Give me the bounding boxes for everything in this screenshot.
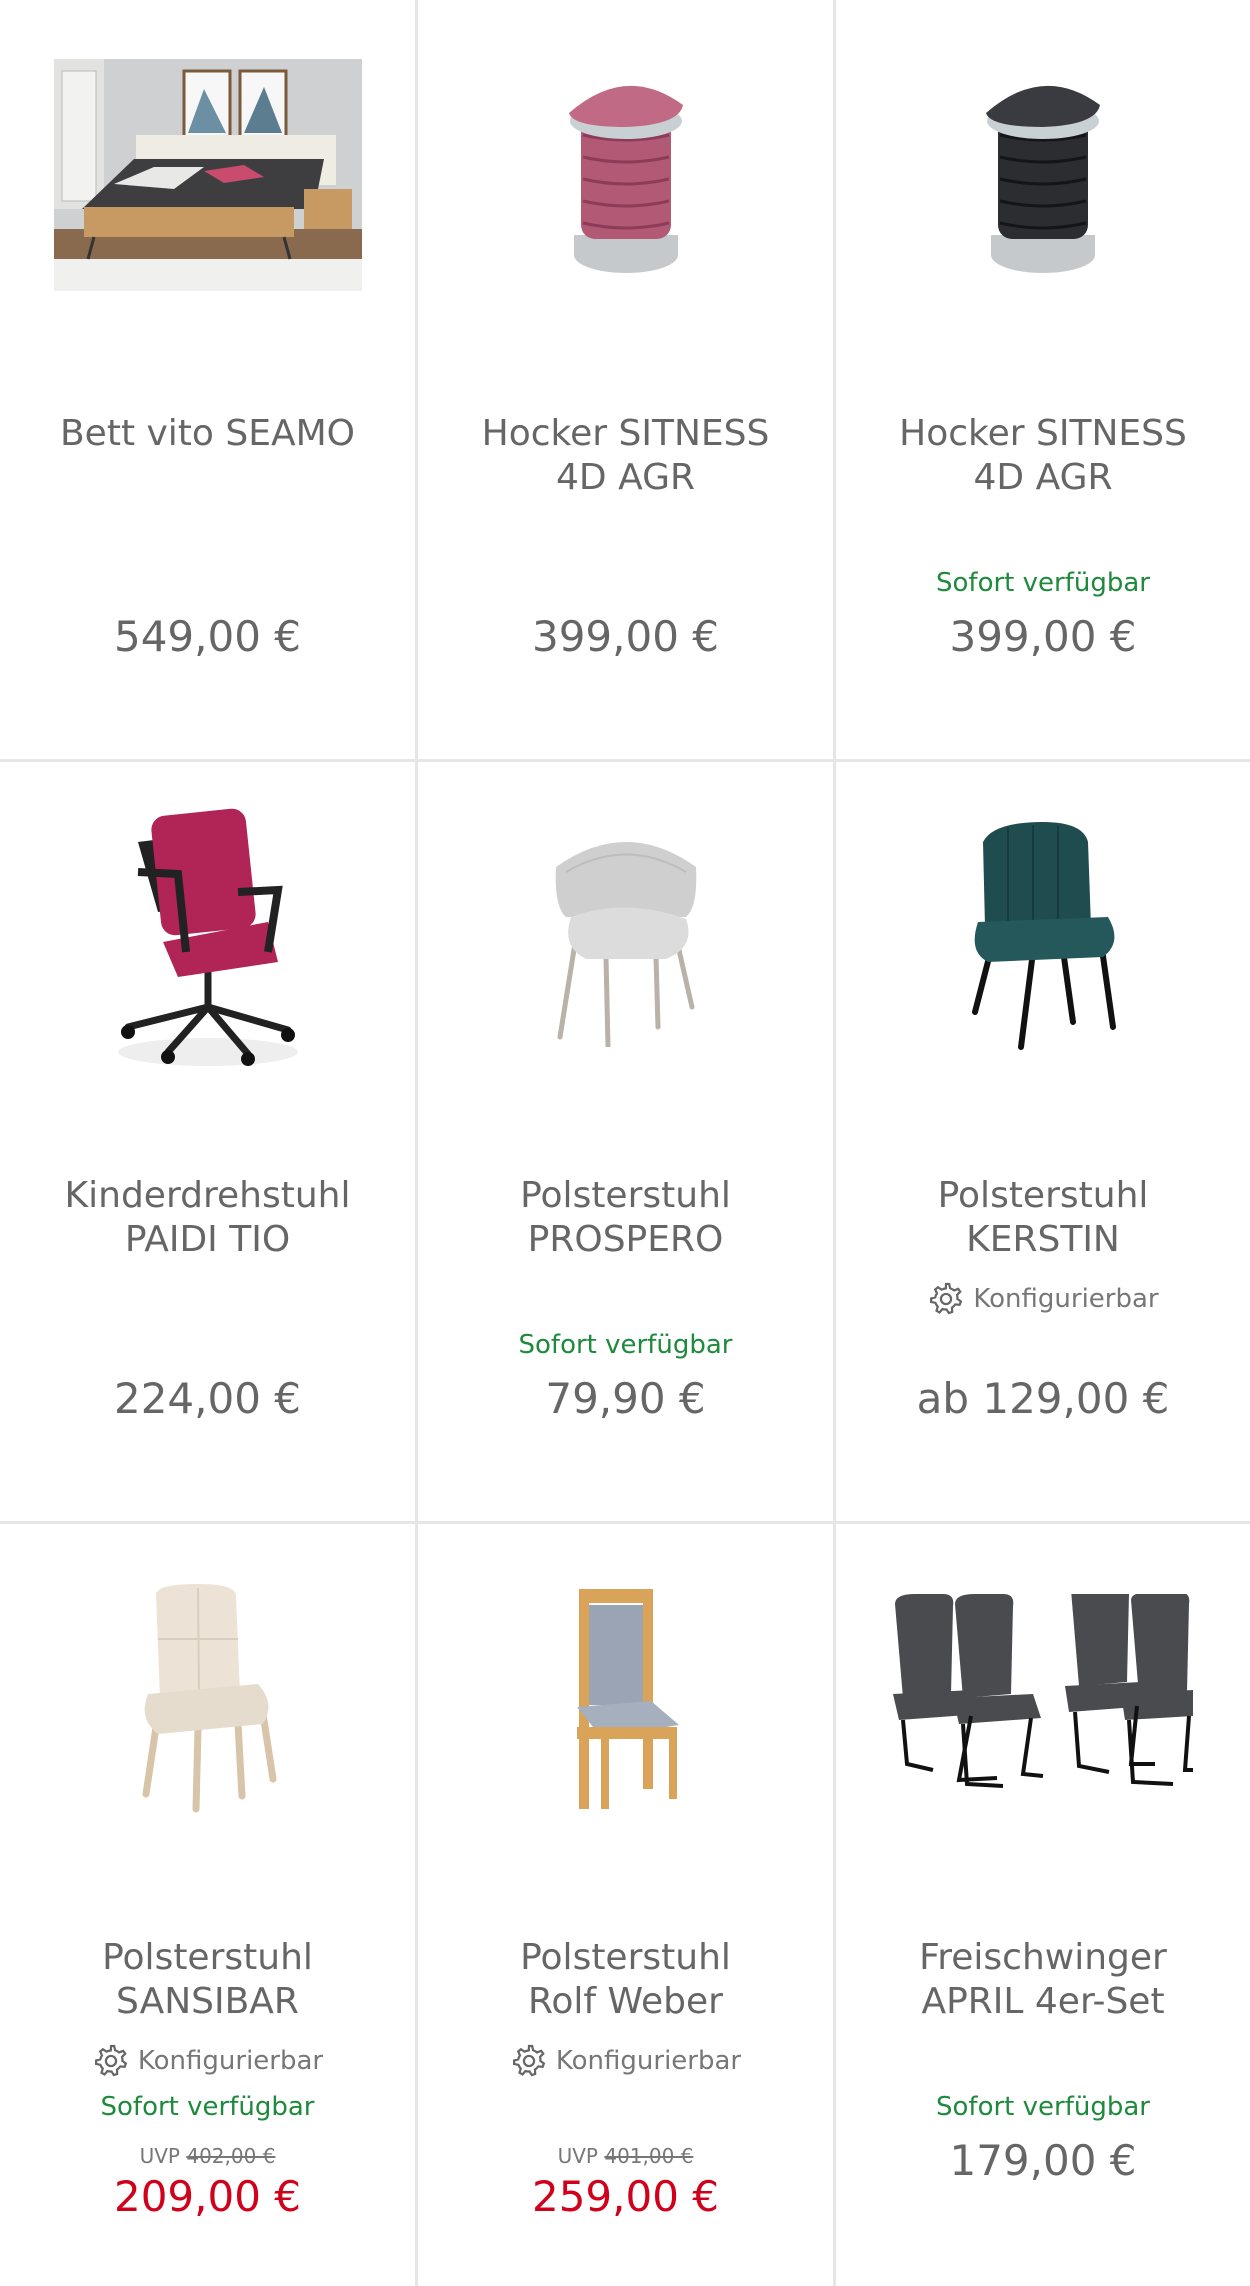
stool-icon (568, 85, 683, 273)
product-image[interactable] (836, 40, 1250, 310)
dining-chair-icon (576, 1589, 679, 1809)
configurable-label: Konfigurierbar (510, 2042, 741, 2080)
product-title[interactable]: Kinderdrehstuhl PAIDI TIO (10, 1174, 405, 1262)
gear-icon (512, 2044, 546, 2077)
dining-chair-icon (142, 1584, 276, 1813)
sale-price: 259,00 € (531, 2172, 720, 2221)
product-card[interactable]: Kinderdrehstuhl PAIDI TIO 224,00 € (0, 762, 418, 1524)
product-image[interactable] (0, 802, 415, 1072)
configurable-label: Konfigurierbar (927, 1280, 1159, 1318)
product-card[interactable]: Hocker SITNESS 4D AGR 399,00 € (418, 0, 836, 762)
product-card[interactable]: Bett vito SEAMO 549,00 € (0, 0, 418, 762)
product-title[interactable]: Polsterstuhl PROSPERO (428, 1174, 823, 1262)
product-price: 79,90 € (545, 1374, 706, 1423)
sale-price: 209,00 € (113, 2172, 302, 2221)
product-image[interactable] (418, 40, 833, 310)
product-card[interactable]: Hocker SITNESS 4D AGR Sofort verfügbar 3… (836, 0, 1250, 762)
product-title[interactable]: Polsterstuhl KERSTIN (846, 1174, 1240, 1262)
product-image[interactable] (418, 1564, 833, 1834)
bed-photo-icon (53, 59, 362, 291)
product-price: 399,00 € (949, 612, 1137, 661)
availability-label: Sofort verfügbar (936, 568, 1150, 598)
product-price: 224,00 € (113, 1374, 302, 1423)
availability-label: Sofort verfügbar (518, 1330, 733, 1360)
product-card[interactable]: Polsterstuhl SANSIBAR Konfigurierbar Sof… (0, 1524, 418, 2286)
product-title[interactable]: Polsterstuhl Rolf Weber (428, 1936, 823, 2024)
product-image[interactable] (0, 40, 415, 310)
product-price: 549,00 € (113, 612, 302, 661)
product-price: 179,00 € (949, 2136, 1137, 2185)
gear-icon (930, 1282, 963, 1315)
availability-label: Sofort verfügbar (936, 2092, 1150, 2122)
product-title[interactable]: Freischwinger APRIL 4er-Set (846, 1936, 1240, 2024)
product-image[interactable] (418, 802, 833, 1072)
product-title[interactable]: Hocker SITNESS 4D AGR (428, 412, 823, 500)
product-card[interactable]: Freischwinger APRIL 4er-Set Sofort verfü… (836, 1524, 1250, 2286)
product-card[interactable]: Polsterstuhl Rolf Weber Konfigurierbar U… (418, 1524, 836, 2286)
dining-chair-icon (972, 822, 1116, 1050)
dining-chair-icon (555, 842, 696, 1047)
product-card[interactable]: Polsterstuhl PROSPERO Sofort verfügbar 7… (418, 762, 836, 1524)
product-title[interactable]: Bett vito SEAMO (10, 412, 405, 456)
product-grid: Bett vito SEAMO 549,00 € Hocker SITNESS … (0, 0, 1250, 2286)
product-title[interactable]: Polsterstuhl SANSIBAR (10, 1936, 405, 2024)
product-image[interactable] (836, 802, 1250, 1072)
cantilever-chairs-icon (893, 1594, 1193, 1788)
product-card[interactable]: Polsterstuhl KERSTIN Konfigurierbar ab 1… (836, 762, 1250, 1524)
configurable-label: Konfigurierbar (92, 2042, 323, 2080)
product-price: ab 129,00 € (916, 1374, 1170, 1423)
uvp-price: UVP 401,00 € (557, 2144, 694, 2168)
product-image[interactable] (836, 1564, 1250, 1834)
availability-label: Sofort verfügbar (100, 2092, 315, 2122)
product-title[interactable]: Hocker SITNESS 4D AGR (846, 412, 1240, 500)
office-chair-icon (117, 808, 298, 1066)
stool-icon (986, 85, 1100, 273)
product-price: 399,00 € (531, 612, 720, 661)
product-image[interactable] (0, 1564, 415, 1834)
uvp-price: UVP 402,00 € (139, 2144, 276, 2168)
gear-icon (94, 2044, 128, 2077)
